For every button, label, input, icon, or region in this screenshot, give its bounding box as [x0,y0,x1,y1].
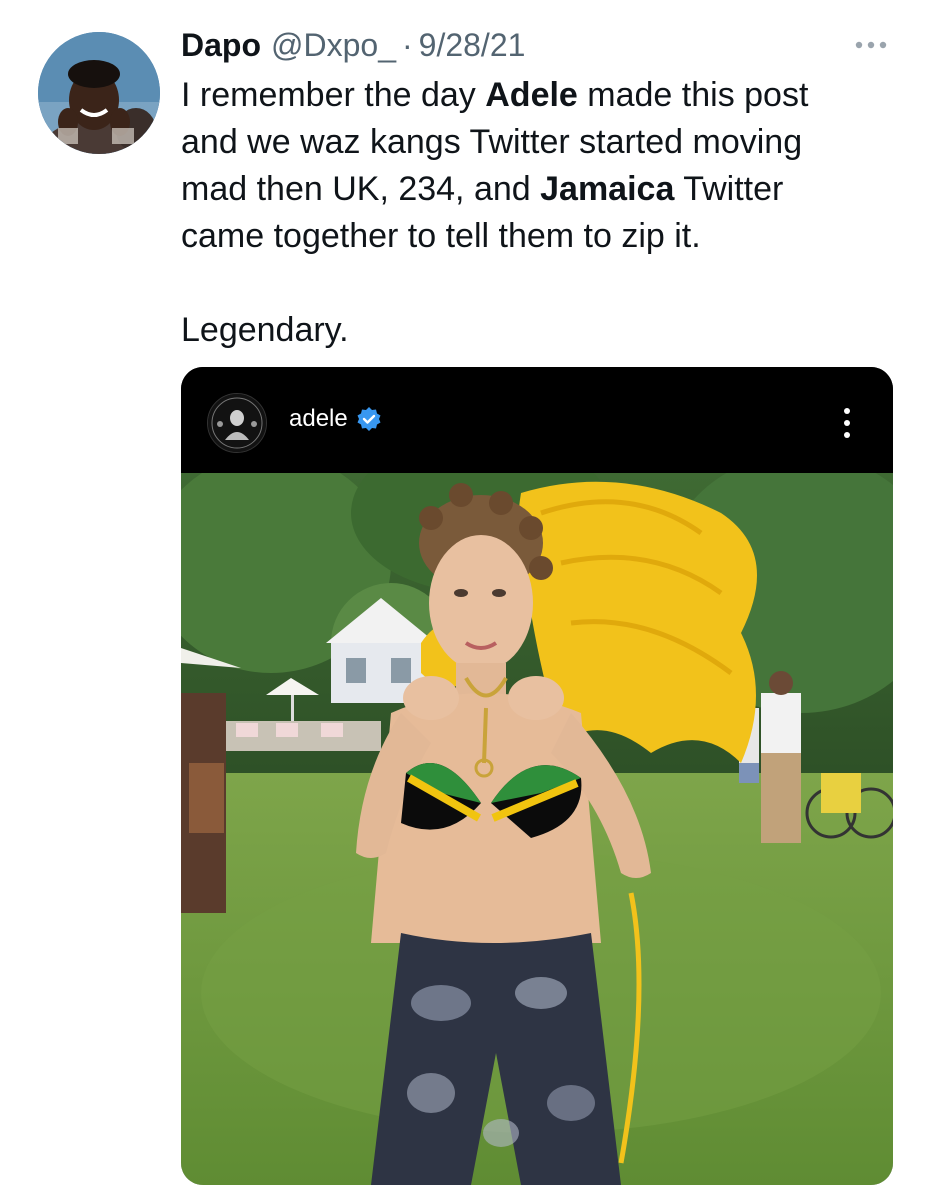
instagram-options-button [837,403,857,443]
tweet-text: I remember the day Adele made this post … [181,72,881,354]
verified-badge-icon [357,407,381,431]
more-options-button[interactable] [848,30,894,60]
tweet-media-image[interactable]: adele [181,367,893,1185]
author-handle[interactable]: @Dxpo_ [271,27,396,64]
avatar-image [38,32,160,154]
instagram-avatar [207,393,267,453]
tweet-text-line: I remember the day Adele made this post [181,72,881,119]
tweet-text-line: and we waz kangs Twitter started moving [181,123,803,161]
instagram-post-header: adele [181,367,893,473]
tweet-header: Dapo @Dxpo_ · 9/28/21 [181,24,525,66]
author-name[interactable]: Dapo [181,27,261,64]
text-bold-segment: Jamaica [540,170,675,208]
instagram-photo [181,473,893,1185]
author-avatar[interactable] [38,32,160,154]
more-horizontal-icon [855,41,887,49]
instagram-username-row: adele [289,405,382,433]
tweet-text-line: mad then UK, 234, and Jamaica Twitter [181,166,881,213]
text-bold-segment: Adele [485,76,578,114]
tweet-text-line: came together to tell them to zip it. [181,217,701,255]
instagram-avatar-image [208,394,266,452]
header-separator: · [401,26,413,63]
text-segment: mad then UK, 234, and [181,170,541,208]
text-segment: Twitter [674,170,784,208]
text-segment: made this post [577,76,809,114]
paragraph-break [181,260,881,307]
instagram-username: adele [289,405,348,432]
tweet-date[interactable]: 9/28/21 [419,27,526,64]
tweet-text-line: Legendary. [181,311,349,349]
text-segment: I remember the day [181,76,486,114]
more-vertical-icon [844,408,850,438]
tweet: Dapo @Dxpo_ · 9/28/21 I remember the day… [0,0,932,1200]
